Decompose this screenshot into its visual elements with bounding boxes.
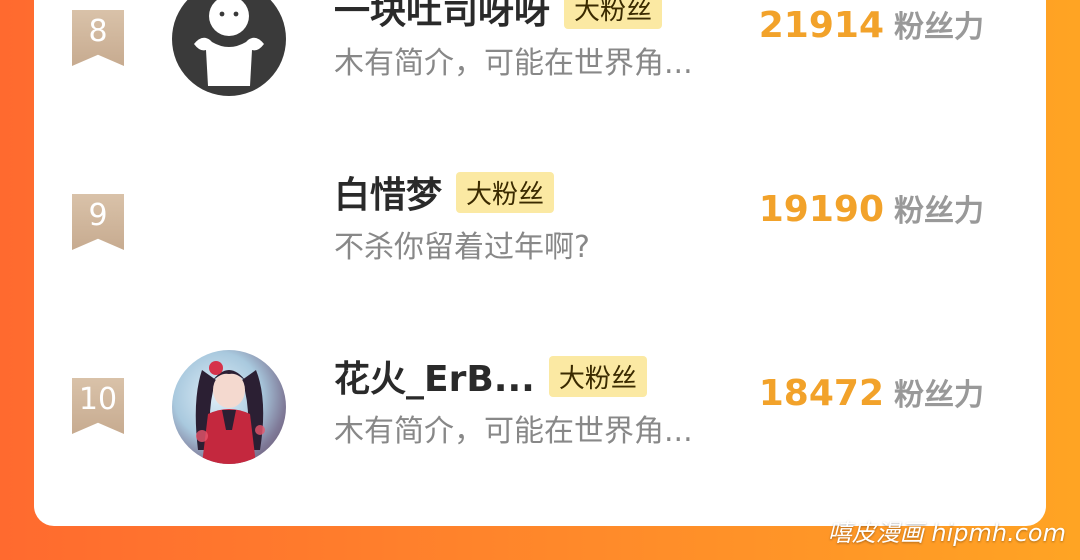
user-name-text: 花火_ErB... xyxy=(334,359,535,400)
score-value: 19190 xyxy=(758,189,884,230)
score-unit: 粉丝力 xyxy=(894,10,984,45)
user-name[interactable]: 一块吐司呀呀 大粉丝 xyxy=(334,0,663,34)
score-value: 21914 xyxy=(758,5,884,46)
fan-power-score: 19190 粉丝力 xyxy=(759,186,984,230)
user-intro: 不杀你留着过年啊? xyxy=(334,230,590,265)
user-intro: 木有简介，可能在世界角... xyxy=(334,46,693,81)
site-watermark: 嘻皮漫画 hipmh.com xyxy=(827,519,1066,547)
default-avatar-icon[interactable] xyxy=(172,0,286,96)
user-name-text: 一块吐司呀呀 xyxy=(334,0,551,32)
fan-power-score: 18472 粉丝力 xyxy=(759,370,984,414)
rank-ribbon: 8 xyxy=(72,10,124,66)
user-name[interactable]: 花火_ErB... 大粉丝 xyxy=(334,350,647,402)
user-name[interactable]: 白惜梦 大粉丝 xyxy=(334,166,555,218)
ranking-row-8[interactable]: 8 一块吐司呀呀 大粉丝 木有简介，可能在世界角... 21914 粉丝力 xyxy=(34,0,1046,132)
fan-ranking-card: 8 一块吐司呀呀 大粉丝 木有简介，可能在世界角... 21914 粉丝力 9 白惜… xyxy=(34,0,1046,526)
ranking-row-9[interactable]: 9 白惜梦 大粉丝 不杀你留着过年啊? 19190 粉丝力 xyxy=(34,166,1046,316)
rank-ribbon: 10 xyxy=(72,378,124,434)
score-unit: 粉丝力 xyxy=(894,194,984,229)
fan-level-badge: 大粉丝 xyxy=(548,356,647,397)
fan-power-score: 21914 粉丝力 xyxy=(759,2,984,46)
user-intro: 木有简介，可能在世界角... xyxy=(334,414,693,449)
rank-ribbon: 9 xyxy=(72,194,124,250)
user-name-text: 白惜梦 xyxy=(334,175,443,216)
score-unit: 粉丝力 xyxy=(894,378,984,413)
fan-level-badge: 大粉丝 xyxy=(564,0,663,29)
score-value: 18472 xyxy=(758,373,884,414)
anime-avatar[interactable] xyxy=(172,350,286,464)
fan-level-badge: 大粉丝 xyxy=(456,172,555,213)
ranking-row-10[interactable]: 10 花火_ErB... 大粉丝 木有简介，可能在世界角... 18472 粉丝力 xyxy=(34,350,1046,500)
